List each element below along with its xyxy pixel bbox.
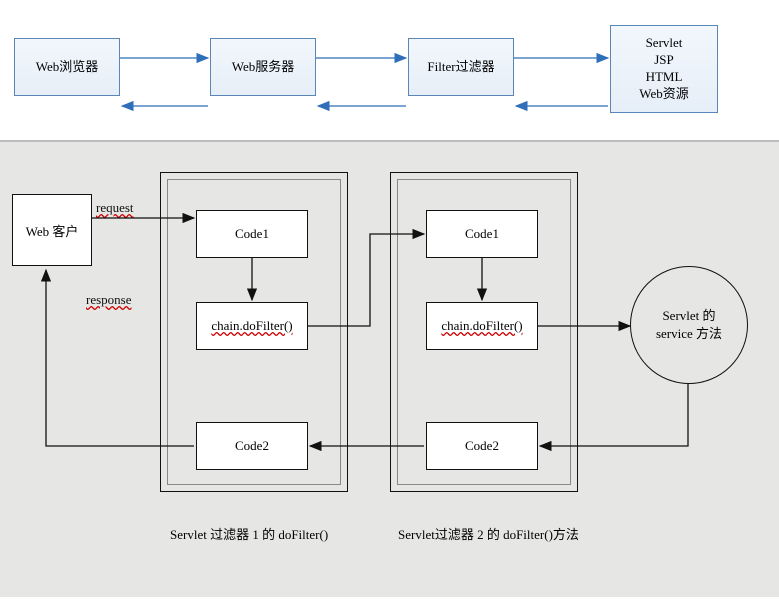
- box-web-browser: Web浏览器: [14, 38, 120, 96]
- f2-chain-label: chain.doFilter(): [441, 318, 522, 334]
- label-request: request: [96, 200, 134, 216]
- box-web-browser-label: Web浏览器: [36, 59, 99, 76]
- caption-filter-1-text: Servlet 过滤器 1 的 doFilter(): [170, 527, 328, 542]
- caption-filter-2-text: Servlet过滤器 2 的 doFilter()方法: [398, 527, 579, 542]
- f2-code1: Code1: [426, 210, 538, 258]
- f2-code2-label: Code2: [465, 438, 499, 454]
- servlet-l1: Servlet 的: [662, 307, 715, 325]
- box-web-resource: Servlet JSP HTML Web资源: [610, 25, 718, 113]
- f2-chain: chain.doFilter(): [426, 302, 538, 350]
- box-resource-l3: HTML: [646, 69, 683, 86]
- label-request-text: request: [96, 200, 134, 215]
- f1-code1-label: Code1: [235, 226, 269, 242]
- f2-code2: Code2: [426, 422, 538, 470]
- circle-servlet-service: Servlet 的 service 方法: [630, 266, 748, 384]
- box-filter-label: Filter过滤器: [427, 59, 494, 76]
- box-web-client: Web 客户: [12, 194, 92, 266]
- f1-code2-label: Code2: [235, 438, 269, 454]
- caption-filter-2: Servlet过滤器 2 的 doFilter()方法: [398, 524, 579, 543]
- top-filter-flow-diagram: Web浏览器 Web服务器 Filter过滤器 Servlet JSP HTML…: [0, 0, 779, 140]
- box-web-server-label: Web服务器: [232, 59, 295, 76]
- box-resource-l2: JSP: [654, 52, 674, 69]
- box-web-server: Web服务器: [210, 38, 316, 96]
- label-response-text: response: [86, 292, 132, 307]
- f1-code1: Code1: [196, 210, 308, 258]
- servlet-l2: service 方法: [656, 325, 722, 343]
- caption-filter-1: Servlet 过滤器 1 的 doFilter(): [170, 524, 328, 543]
- box-web-client-label: Web 客户: [26, 221, 79, 240]
- box-filter: Filter过滤器: [408, 38, 514, 96]
- box-resource-l1: Servlet: [646, 35, 683, 52]
- f1-chain-label: chain.doFilter(): [211, 318, 292, 334]
- label-response: response: [86, 292, 132, 308]
- f2-code1-label: Code1: [465, 226, 499, 242]
- box-resource-l4: Web资源: [639, 86, 689, 103]
- bottom-filter-chain-diagram: Web 客户 Code1 chain.doFilter() Code2 Code…: [0, 140, 779, 597]
- f1-chain: chain.doFilter(): [196, 302, 308, 350]
- f1-code2: Code2: [196, 422, 308, 470]
